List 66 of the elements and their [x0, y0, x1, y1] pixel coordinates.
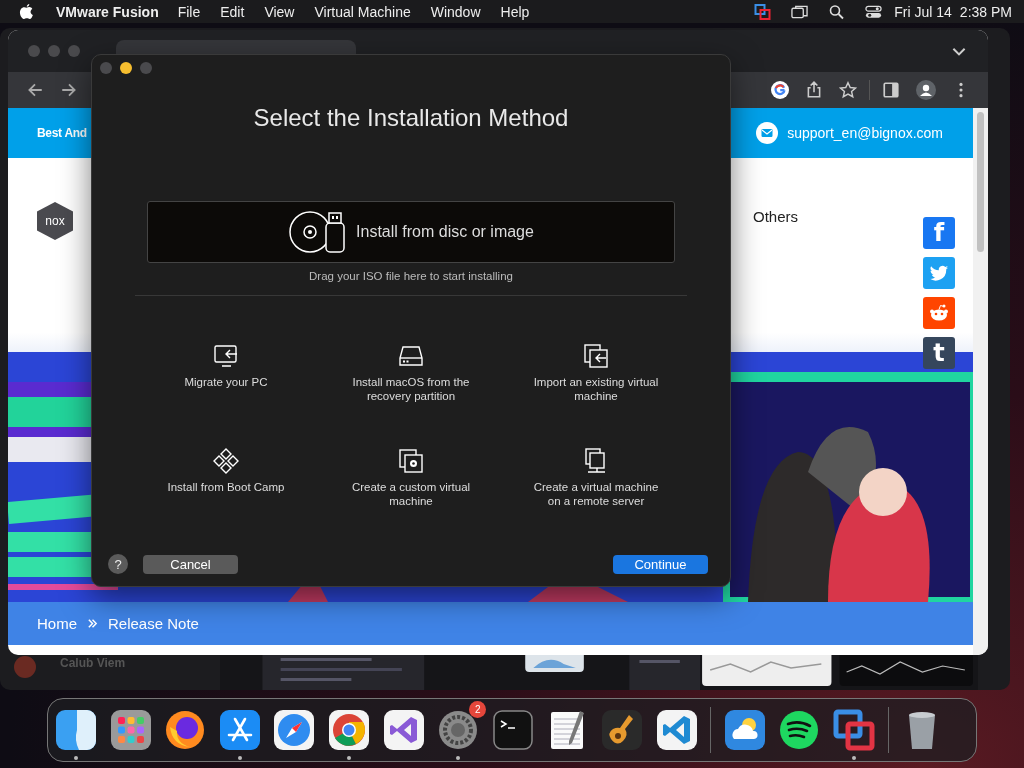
nav-link[interactable]: Others	[753, 208, 798, 225]
facebook-icon[interactable]: f	[923, 217, 955, 249]
terminal-icon[interactable]	[491, 709, 534, 751]
double-chevron-icon	[87, 618, 98, 629]
menu-item[interactable]: Help	[500, 3, 530, 20]
help-button[interactable]: ?	[108, 554, 128, 574]
launchpad-icon[interactable]	[109, 709, 152, 751]
menu-item[interactable]: View	[264, 3, 295, 20]
menu-item[interactable]: Virtual Machine	[314, 3, 411, 20]
share-icon[interactable]	[805, 81, 823, 99]
install-option[interactable]: Create a custom virtual machine	[318, 447, 504, 552]
screen-mirroring-icon[interactable]	[791, 3, 809, 20]
visual-studio-icon[interactable]	[382, 709, 425, 751]
mail-icon	[756, 122, 779, 144]
control-center-icon[interactable]	[865, 3, 883, 20]
windows-arrow-icon	[582, 342, 610, 370]
notification-badge: 2	[469, 701, 487, 718]
breadcrumb-link[interactable]: Home	[37, 615, 77, 632]
spotify-icon[interactable]	[778, 709, 821, 751]
nox-logo[interactable]: nox	[37, 202, 73, 240]
drop-zone[interactable]: Install from disc or image	[147, 201, 675, 263]
install-option[interactable]: Install from Boot Camp	[133, 447, 319, 552]
search-icon[interactable]	[828, 3, 846, 20]
window-gear-icon	[397, 447, 425, 475]
firefox-icon[interactable]	[164, 709, 207, 751]
menu-item[interactable]: Edit	[220, 3, 245, 20]
tagline: Best And	[37, 126, 87, 140]
reddit-icon[interactable]	[923, 297, 955, 329]
window-label: Calub Viem	[60, 656, 126, 670]
app-store-icon[interactable]	[218, 709, 261, 751]
diamonds-icon	[212, 447, 240, 475]
install-option[interactable]: Create a virtual machine on a remote server	[503, 447, 689, 552]
app-menu[interactable]: VMware Fusion	[56, 3, 159, 20]
dialog-title: Select the Installation Method	[253, 103, 569, 133]
vscode-icon[interactable]	[655, 709, 698, 751]
drop-hint: Drag your ISO file here to start installing	[309, 270, 513, 282]
continue-button[interactable]: Continue	[613, 554, 708, 574]
apple-icon[interactable]	[19, 3, 34, 20]
menu-item[interactable]: Window	[430, 3, 481, 20]
google-icon[interactable]	[771, 81, 789, 99]
back-icon[interactable]	[26, 81, 44, 99]
cancel-button[interactable]: Cancel	[143, 554, 238, 574]
menu-bar-time[interactable]: 2:38 PM	[959, 3, 1012, 20]
menu-bar-date[interactable]: Fri Jul 14	[894, 3, 952, 20]
minimize-button[interactable]	[120, 62, 132, 74]
side-panel-icon[interactable]	[882, 81, 900, 99]
tumblr-icon[interactable]: t	[923, 337, 955, 369]
twitter-icon[interactable]	[923, 257, 955, 289]
breadcrumb-link[interactable]: Release Note	[108, 615, 199, 632]
scrollbar-thumb[interactable]	[977, 112, 984, 252]
install-option[interactable]: Import an existing virtual machine	[503, 342, 689, 447]
vmware-status-icon[interactable]	[754, 3, 772, 20]
menu-item[interactable]: File	[177, 3, 201, 20]
monitor-arrow-icon	[212, 342, 240, 370]
vmware-icon[interactable]	[832, 709, 875, 751]
chrome-icon[interactable]	[327, 709, 370, 751]
star-icon[interactable]	[839, 81, 857, 99]
weather-icon[interactable]	[723, 709, 766, 751]
forward-icon[interactable]	[60, 81, 78, 99]
install-option[interactable]: Install macOS from the recovery partition	[318, 342, 504, 447]
disc-usb-icon	[288, 210, 347, 254]
guitar-icon[interactable]	[600, 709, 643, 751]
profile-icon[interactable]	[916, 80, 936, 100]
finder-icon[interactable]	[55, 709, 97, 751]
safari-icon[interactable]	[273, 709, 316, 751]
install-option[interactable]: Migrate your PC	[133, 342, 319, 447]
